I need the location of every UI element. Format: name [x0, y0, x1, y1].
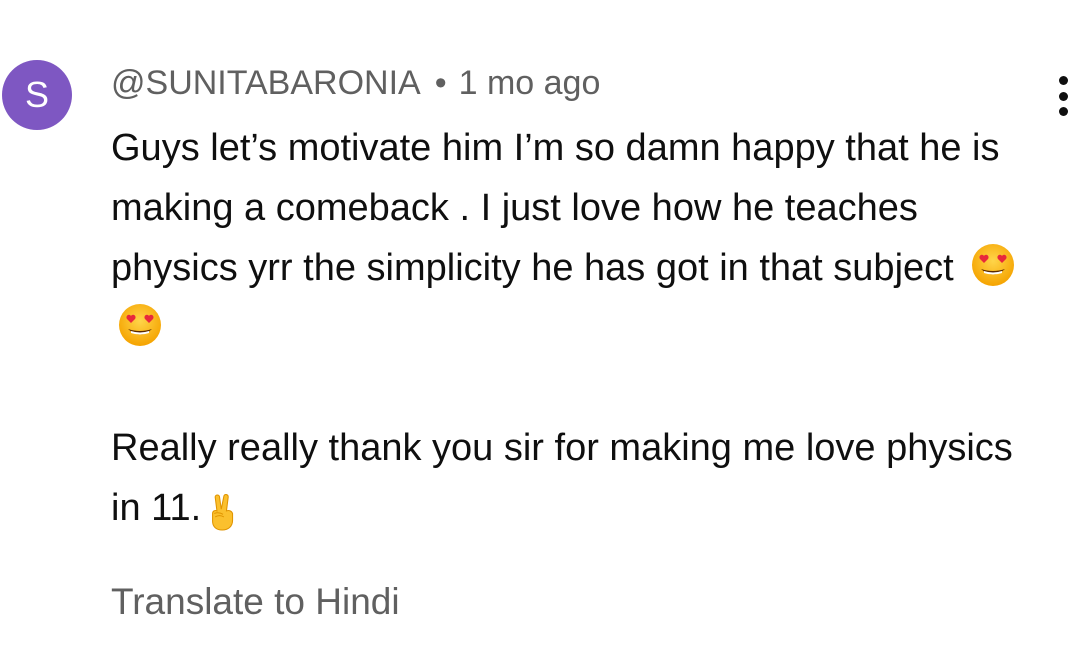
menu-dot [1058, 107, 1068, 116]
timestamp[interactable]: 1 mo ago [459, 64, 601, 103]
avatar-letter: S [24, 74, 49, 115]
comment-paragraph-text: Really really thank you sir for making m… [111, 427, 1013, 529]
comment-paragraph: Guys let’s motivate him I’m so damn happ… [111, 118, 1051, 358]
more-vertical-icon[interactable] [1052, 76, 1074, 116]
menu-dot [1058, 91, 1068, 101]
comment-paragraph: Really really thank you sir for making m… [111, 418, 1051, 538]
author-handle[interactable]: @SUNITABARONIA [111, 64, 421, 103]
comment-text: Guys let’s motivate him I’m so damn happ… [111, 118, 1051, 538]
heart-eyes-emoji-icon [972, 244, 1015, 286]
heart-eyes-emoji-icon [119, 304, 161, 346]
victory-hand-emoji-icon [212, 494, 234, 531]
comment-paragraph-text: Guys let’s motivate him I’m so damn happ… [111, 127, 1000, 289]
menu-dot [1058, 76, 1068, 85]
avatar[interactable]: S [2, 60, 72, 130]
translate-button[interactable]: Translate to Hindi [111, 578, 400, 626]
comment-header: @SUNITABARONIA • 1 mo ago [111, 63, 600, 103]
separator-dot: • [434, 63, 447, 102]
